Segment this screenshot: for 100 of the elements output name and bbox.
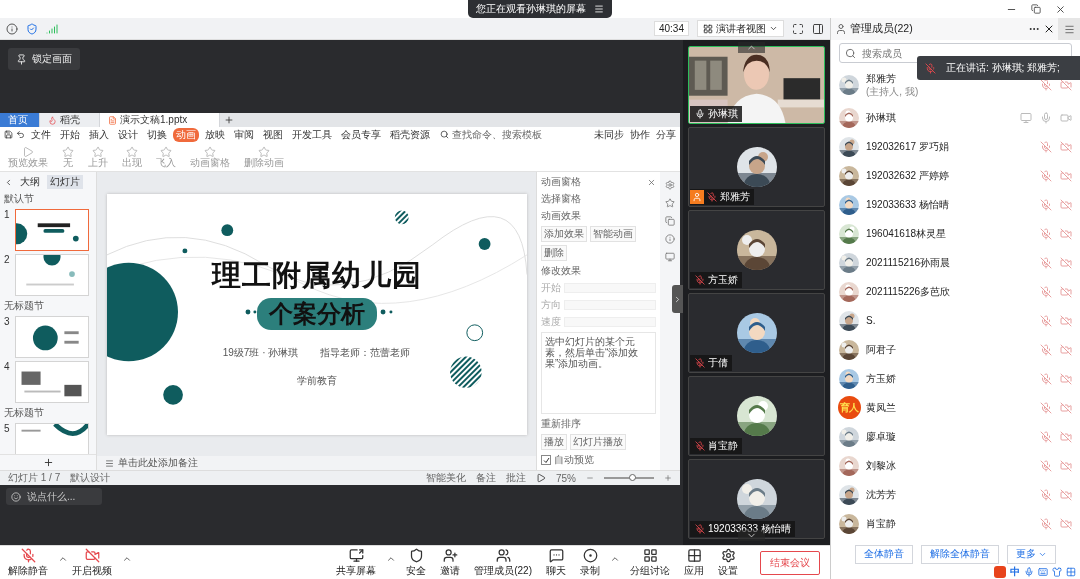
beautify-button[interactable]: 智能美化 <box>426 471 466 485</box>
participant-role: (主持人, 我) <box>866 85 920 98</box>
participant-name: 192032617 罗巧娟 <box>866 140 950 153</box>
end-meeting-button[interactable]: 结束会议 <box>760 550 820 575</box>
panel-button[interactable]: 更多 <box>1007 544 1056 564</box>
toolbar-button[interactable]: 邀请 <box>436 547 465 578</box>
slide-footer: 学前教育 <box>296 373 337 388</box>
toolbar-button[interactable]: 共享屏幕 <box>332 547 381 578</box>
menu-tab[interactable]: 视图 <box>260 127 286 142</box>
participant-row[interactable]: 192032632 严婷婷 <box>839 161 1072 190</box>
lock-screen-button[interactable]: 锁定画面 <box>8 48 80 70</box>
user-avatar: 育人 <box>837 396 861 419</box>
menu-tab[interactable]: 审阅 <box>231 127 257 142</box>
participant-row[interactable]: 192033633 杨怡晴 <box>839 190 1072 219</box>
view-dropdown[interactable]: 演讲者视图 <box>697 20 784 37</box>
menu-tab[interactable]: 开发工具 <box>289 127 335 142</box>
toolbar-button[interactable]: 录制 <box>576 547 604 578</box>
notes-placeholder[interactable]: 单击此处添加备注 <box>118 456 198 470</box>
participant-name: 刘黎冰 <box>866 459 897 472</box>
toolbar-button[interactable]: 管理成员(22) <box>470 547 536 578</box>
participant-row[interactable]: 育人 黄凤兰 <box>839 393 1072 422</box>
menu-action[interactable]: 协作 <box>630 127 650 142</box>
participant-name: 192033633 杨怡晴 <box>866 198 950 211</box>
toolbar-button[interactable]: 聊天 <box>542 547 570 578</box>
menu-tab[interactable]: 文件 <box>28 127 54 142</box>
notes-button[interactable]: 备注 <box>476 471 496 485</box>
video-tile[interactable]: 孙琳琪 <box>688 46 825 124</box>
ime-toolbar[interactable]: 中 <box>831 565 1080 579</box>
participant-row[interactable]: 192032617 罗巧娟 <box>839 132 1072 161</box>
command-search[interactable]: 查找命令、搜索模板 <box>452 127 542 142</box>
name-label: 于倩 <box>690 355 732 371</box>
video-tile[interactable]: 郑雅芳 <box>688 127 825 207</box>
pane-button[interactable]: 添加效果 <box>541 226 587 242</box>
section-label[interactable]: 无标题节 <box>4 299 92 313</box>
toolbar-button[interactable]: 开启视频 <box>68 547 116 578</box>
participant-name: 廖卓璇 <box>866 430 897 443</box>
participant-name: 2021115216孙雨晨 <box>866 256 952 269</box>
participant-row[interactable]: 2021115216孙雨晨 <box>839 248 1072 277</box>
video-tile[interactable]: 肖宝静 <box>688 376 825 456</box>
menu-tab[interactable]: 插入 <box>86 127 112 142</box>
slide-title: 理工附属幼儿园 <box>211 257 422 293</box>
panel-title: 管理成员(22) <box>850 22 913 36</box>
pane-title: 动画窗格 <box>541 175 581 189</box>
document-tab[interactable]: 稻壳 <box>40 113 100 127</box>
slideshow-button[interactable]: 幻灯片播放 <box>570 434 626 450</box>
menu-tab[interactable]: 开始 <box>57 127 83 142</box>
toolbar-button[interactable]: 解除静音 <box>4 547 52 578</box>
participant-row[interactable]: S. <box>839 306 1072 335</box>
participant-row[interactable]: 沈芳芳 <box>839 480 1072 509</box>
participant-name: S. <box>866 314 877 327</box>
checkbox-label: 自动预览 <box>554 453 594 467</box>
video-tile[interactable]: 于倩 <box>688 293 825 373</box>
toolbar-button[interactable]: 应用 <box>680 547 708 578</box>
field-label: 方向 <box>541 298 561 312</box>
participant-row[interactable]: 肖宝静 <box>839 509 1072 538</box>
select-pane-link[interactable]: 选择窗格 <box>541 192 656 206</box>
menu-tab[interactable]: 设计 <box>115 127 141 142</box>
panel-button[interactable]: 解除全体静音 <box>921 544 999 564</box>
section-label: 修改效果 <box>541 264 582 278</box>
video-tile[interactable]: 192033633 杨怡晴 <box>688 459 825 539</box>
toolbar-button[interactable]: 设置 <box>714 547 742 578</box>
participant-row[interactable]: 196041618林灵星 <box>839 219 1072 248</box>
menu-tab[interactable]: 切换 <box>144 127 170 142</box>
play-button[interactable]: 播放 <box>541 434 567 450</box>
participant-row[interactable]: 2021115226多芭欣 <box>839 277 1072 306</box>
participant-row[interactable]: 方玉娇 <box>839 364 1072 393</box>
section-label[interactable]: 默认节 <box>4 192 92 206</box>
chat-input[interactable]: 说点什么... <box>6 488 102 505</box>
panel-tab[interactable]: 大纲 <box>17 175 43 189</box>
banner-title: 您正在观看孙琳琪的屏幕 <box>476 2 586 16</box>
document-tab[interactable]: 演示文稿1.pptx <box>100 113 220 127</box>
participant-row[interactable]: 孙琳琪 <box>839 103 1072 132</box>
section-label[interactable]: 无标题节 <box>4 406 92 420</box>
comments-button[interactable]: 批注 <box>506 471 526 485</box>
participant-name: 2021115226多芭欣 <box>866 285 952 298</box>
pane-button[interactable]: 智能动画 <box>590 226 636 242</box>
participant-name: 肖宝静 <box>866 517 897 530</box>
pane-button[interactable]: 删除 <box>541 245 567 261</box>
participant-row[interactable]: 阿君子 <box>839 335 1072 364</box>
menu-tab[interactable]: 会员专享 <box>338 127 384 142</box>
participant-row[interactable]: 刘黎冰 <box>839 451 1072 480</box>
participant-name: 196041618林灵星 <box>866 227 948 240</box>
slide-count: 幻灯片 1 / 7 <box>8 471 61 485</box>
name-label: 孙琳琪 <box>690 106 742 122</box>
menu-action[interactable]: 分享 <box>656 127 676 142</box>
document-tab[interactable]: 首页 <box>0 113 40 127</box>
field-label: 开始 <box>541 281 561 295</box>
toolbar-button[interactable]: 安全 <box>402 547 431 578</box>
participant-name: 方玉娇 <box>866 372 897 385</box>
toolbar-button[interactable]: 分组讨论 <box>626 547 674 578</box>
slide-number: 3 <box>4 316 11 327</box>
menu-tab[interactable]: 放映 <box>202 127 228 142</box>
theme-name: 默认设计 <box>70 471 111 485</box>
panel-button[interactable]: 全体静音 <box>855 544 913 564</box>
menu-action[interactable]: 未同步 <box>594 127 624 142</box>
participant-row[interactable]: 廖卓璇 <box>839 422 1072 451</box>
menu-tab[interactable]: 稻壳资源 <box>387 127 433 142</box>
author-text: 19级7班 · 孙琳琪 <box>222 345 299 360</box>
video-tile[interactable]: 方玉娇 <box>688 210 825 290</box>
panel-tab[interactable]: 幻灯片 <box>47 175 83 189</box>
